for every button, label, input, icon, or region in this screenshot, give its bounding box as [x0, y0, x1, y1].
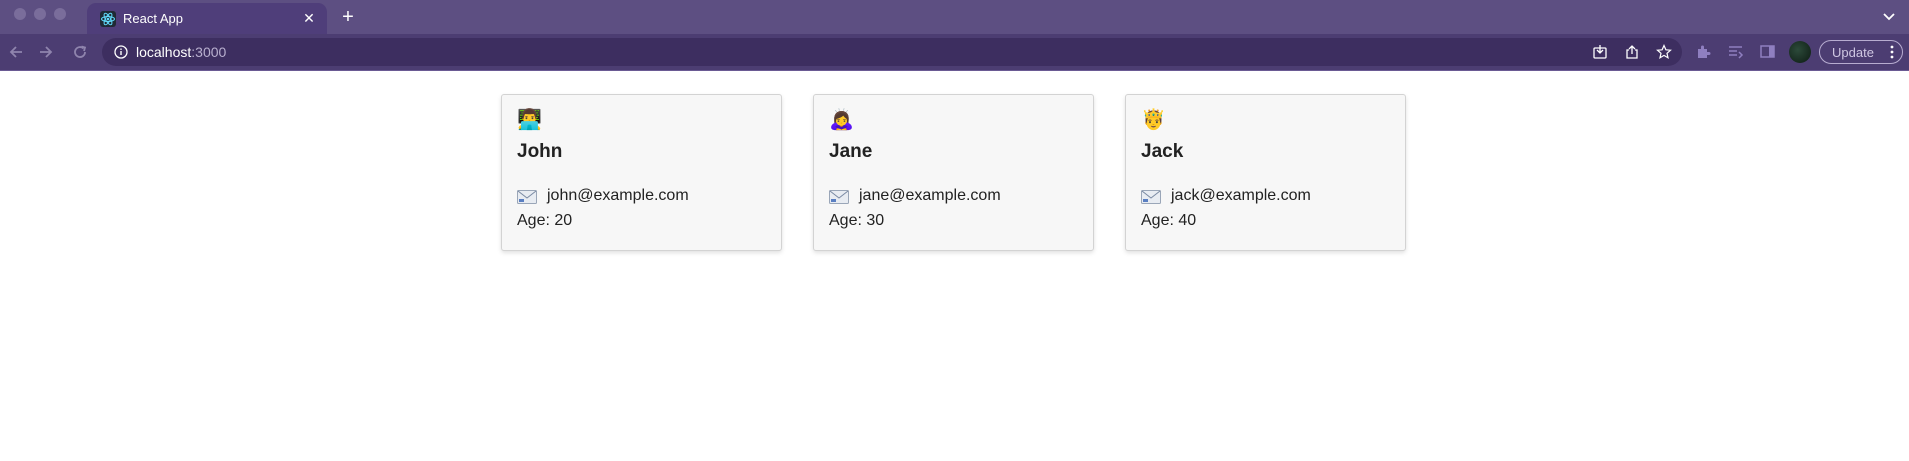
- window-minimize-dot[interactable]: [34, 8, 46, 20]
- install-icon[interactable]: [1592, 44, 1608, 60]
- side-panel-icon[interactable]: [1759, 43, 1776, 60]
- tab-title: React App: [123, 11, 183, 26]
- tab-search-chevron-icon[interactable]: [1881, 8, 1897, 24]
- browser-tabstrip: React App ✕ +: [0, 0, 1909, 34]
- tab-close-icon[interactable]: ✕: [301, 9, 317, 27]
- user-card: 🤴 Jack jack@example.com Age: 40: [1125, 94, 1406, 251]
- reload-icon[interactable]: [71, 43, 89, 61]
- share-icon[interactable]: [1624, 44, 1640, 60]
- user-name: Jane: [829, 141, 873, 162]
- url-text: localhost:3000: [136, 44, 226, 60]
- user-age: Age: 30: [829, 212, 885, 229]
- react-favicon-icon: [100, 11, 116, 27]
- browser-toolbar: localhost:3000: [0, 34, 1909, 70]
- address-bar[interactable]: localhost:3000: [102, 38, 1682, 66]
- new-tab-icon[interactable]: +: [337, 6, 359, 28]
- email-icon: [1141, 190, 1161, 204]
- info-icon[interactable]: [114, 45, 128, 59]
- user-email: jane@example.com: [859, 187, 1001, 204]
- bookmark-star-icon[interactable]: [1656, 44, 1672, 60]
- email-icon: [829, 190, 849, 204]
- kebab-menu-icon[interactable]: [1890, 45, 1894, 59]
- window-close-dot[interactable]: [14, 8, 26, 20]
- user-age: Age: 40: [1141, 212, 1197, 229]
- extensions-icon[interactable]: [1695, 43, 1712, 60]
- user-avatar-emoji: 🤴: [1141, 109, 1166, 131]
- toolbar-divider: [0, 70, 1909, 71]
- user-age: Age: 20: [517, 212, 573, 229]
- user-card: 👨‍💻 John john@example.com Age: 20: [501, 94, 782, 251]
- user-name: Jack: [1141, 141, 1184, 162]
- url-port: :3000: [191, 44, 227, 60]
- update-button[interactable]: Update: [1819, 40, 1903, 64]
- user-email: john@example.com: [547, 187, 689, 204]
- profile-avatar[interactable]: [1789, 41, 1811, 63]
- window-zoom-dot[interactable]: [54, 8, 66, 20]
- user-avatar-emoji: 👨‍💻: [517, 109, 542, 131]
- back-arrow-icon[interactable]: [7, 43, 25, 61]
- reading-list-icon[interactable]: [1727, 43, 1744, 60]
- user-email: jack@example.com: [1171, 187, 1311, 204]
- user-name: John: [517, 141, 563, 162]
- user-avatar-emoji: 🙇‍♀️: [829, 109, 854, 131]
- user-card: 🙇‍♀️ Jane jane@example.com Age: 30: [813, 94, 1094, 251]
- update-label: Update: [1832, 45, 1874, 60]
- url-host: localhost: [136, 44, 192, 60]
- email-icon: [517, 190, 537, 204]
- forward-arrow-icon[interactable]: [37, 43, 55, 61]
- browser-tab[interactable]: React App ✕: [87, 3, 327, 34]
